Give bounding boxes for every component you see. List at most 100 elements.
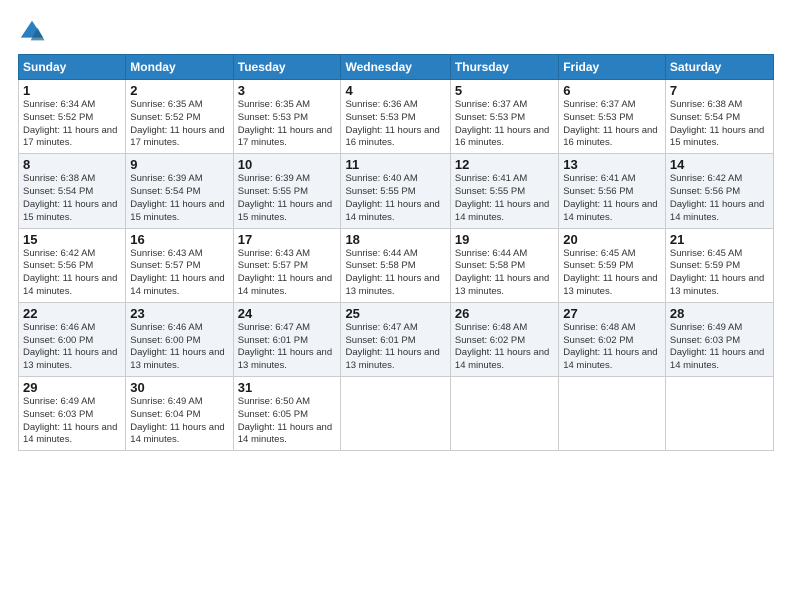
day-info: Sunrise: 6:34 AM Sunset: 5:52 PM Dayligh… xyxy=(23,99,121,150)
day-info: Sunrise: 6:43 AM Sunset: 5:57 PM Dayligh… xyxy=(130,248,228,299)
calendar-cell xyxy=(341,377,450,451)
day-number: 3 xyxy=(238,83,337,98)
day-info: Sunrise: 6:42 AM Sunset: 5:56 PM Dayligh… xyxy=(23,248,121,299)
calendar-table: SundayMondayTuesdayWednesdayThursdayFrid… xyxy=(18,54,774,451)
day-number: 8 xyxy=(23,157,121,172)
calendar-cell: 22 Sunrise: 6:46 AM Sunset: 6:00 PM Dayl… xyxy=(19,302,126,376)
day-number: 22 xyxy=(23,306,121,321)
day-number: 4 xyxy=(345,83,445,98)
day-info: Sunrise: 6:40 AM Sunset: 5:55 PM Dayligh… xyxy=(345,173,445,224)
day-info: Sunrise: 6:35 AM Sunset: 5:53 PM Dayligh… xyxy=(238,99,337,150)
day-info: Sunrise: 6:49 AM Sunset: 6:04 PM Dayligh… xyxy=(130,396,228,447)
calendar-cell: 30 Sunrise: 6:49 AM Sunset: 6:04 PM Dayl… xyxy=(126,377,233,451)
calendar-cell: 25 Sunrise: 6:47 AM Sunset: 6:01 PM Dayl… xyxy=(341,302,450,376)
calendar-week-row: 1 Sunrise: 6:34 AM Sunset: 5:52 PM Dayli… xyxy=(19,80,774,154)
calendar-cell: 15 Sunrise: 6:42 AM Sunset: 5:56 PM Dayl… xyxy=(19,228,126,302)
day-info: Sunrise: 6:37 AM Sunset: 5:53 PM Dayligh… xyxy=(563,99,661,150)
day-info: Sunrise: 6:46 AM Sunset: 6:00 PM Dayligh… xyxy=(23,322,121,373)
day-info: Sunrise: 6:47 AM Sunset: 6:01 PM Dayligh… xyxy=(345,322,445,373)
calendar-week-row: 8 Sunrise: 6:38 AM Sunset: 5:54 PM Dayli… xyxy=(19,154,774,228)
calendar-day-header: Thursday xyxy=(450,55,558,80)
calendar-day-header: Sunday xyxy=(19,55,126,80)
day-number: 28 xyxy=(670,306,769,321)
day-info: Sunrise: 6:38 AM Sunset: 5:54 PM Dayligh… xyxy=(670,99,769,150)
calendar-week-row: 22 Sunrise: 6:46 AM Sunset: 6:00 PM Dayl… xyxy=(19,302,774,376)
calendar-cell: 19 Sunrise: 6:44 AM Sunset: 5:58 PM Dayl… xyxy=(450,228,558,302)
day-info: Sunrise: 6:45 AM Sunset: 5:59 PM Dayligh… xyxy=(563,248,661,299)
page: SundayMondayTuesdayWednesdayThursdayFrid… xyxy=(0,0,792,612)
day-info: Sunrise: 6:37 AM Sunset: 5:53 PM Dayligh… xyxy=(455,99,554,150)
day-number: 17 xyxy=(238,232,337,247)
day-info: Sunrise: 6:36 AM Sunset: 5:53 PM Dayligh… xyxy=(345,99,445,150)
day-number: 25 xyxy=(345,306,445,321)
calendar-cell: 13 Sunrise: 6:41 AM Sunset: 5:56 PM Dayl… xyxy=(559,154,666,228)
calendar-header-row: SundayMondayTuesdayWednesdayThursdayFrid… xyxy=(19,55,774,80)
calendar-week-row: 15 Sunrise: 6:42 AM Sunset: 5:56 PM Dayl… xyxy=(19,228,774,302)
header xyxy=(18,18,774,46)
day-info: Sunrise: 6:39 AM Sunset: 5:54 PM Dayligh… xyxy=(130,173,228,224)
day-number: 15 xyxy=(23,232,121,247)
day-number: 19 xyxy=(455,232,554,247)
day-info: Sunrise: 6:38 AM Sunset: 5:54 PM Dayligh… xyxy=(23,173,121,224)
day-number: 6 xyxy=(563,83,661,98)
day-info: Sunrise: 6:47 AM Sunset: 6:01 PM Dayligh… xyxy=(238,322,337,373)
day-number: 24 xyxy=(238,306,337,321)
calendar-cell: 27 Sunrise: 6:48 AM Sunset: 6:02 PM Dayl… xyxy=(559,302,666,376)
day-number: 12 xyxy=(455,157,554,172)
calendar-cell: 10 Sunrise: 6:39 AM Sunset: 5:55 PM Dayl… xyxy=(233,154,341,228)
day-number: 20 xyxy=(563,232,661,247)
calendar-cell: 18 Sunrise: 6:44 AM Sunset: 5:58 PM Dayl… xyxy=(341,228,450,302)
day-info: Sunrise: 6:48 AM Sunset: 6:02 PM Dayligh… xyxy=(563,322,661,373)
calendar-day-header: Wednesday xyxy=(341,55,450,80)
day-info: Sunrise: 6:50 AM Sunset: 6:05 PM Dayligh… xyxy=(238,396,337,447)
day-number: 9 xyxy=(130,157,228,172)
day-info: Sunrise: 6:44 AM Sunset: 5:58 PM Dayligh… xyxy=(455,248,554,299)
calendar-cell: 11 Sunrise: 6:40 AM Sunset: 5:55 PM Dayl… xyxy=(341,154,450,228)
calendar-cell: 6 Sunrise: 6:37 AM Sunset: 5:53 PM Dayli… xyxy=(559,80,666,154)
day-info: Sunrise: 6:45 AM Sunset: 5:59 PM Dayligh… xyxy=(670,248,769,299)
calendar-cell: 29 Sunrise: 6:49 AM Sunset: 6:03 PM Dayl… xyxy=(19,377,126,451)
day-number: 7 xyxy=(670,83,769,98)
logo xyxy=(18,18,50,46)
calendar-cell: 2 Sunrise: 6:35 AM Sunset: 5:52 PM Dayli… xyxy=(126,80,233,154)
day-info: Sunrise: 6:43 AM Sunset: 5:57 PM Dayligh… xyxy=(238,248,337,299)
day-info: Sunrise: 6:49 AM Sunset: 6:03 PM Dayligh… xyxy=(23,396,121,447)
day-number: 16 xyxy=(130,232,228,247)
calendar-cell: 3 Sunrise: 6:35 AM Sunset: 5:53 PM Dayli… xyxy=(233,80,341,154)
day-number: 27 xyxy=(563,306,661,321)
day-number: 23 xyxy=(130,306,228,321)
calendar-cell: 31 Sunrise: 6:50 AM Sunset: 6:05 PM Dayl… xyxy=(233,377,341,451)
day-number: 11 xyxy=(345,157,445,172)
day-info: Sunrise: 6:41 AM Sunset: 5:56 PM Dayligh… xyxy=(563,173,661,224)
calendar-day-header: Monday xyxy=(126,55,233,80)
day-number: 30 xyxy=(130,380,228,395)
day-info: Sunrise: 6:35 AM Sunset: 5:52 PM Dayligh… xyxy=(130,99,228,150)
calendar-cell: 9 Sunrise: 6:39 AM Sunset: 5:54 PM Dayli… xyxy=(126,154,233,228)
day-info: Sunrise: 6:44 AM Sunset: 5:58 PM Dayligh… xyxy=(345,248,445,299)
calendar-cell xyxy=(450,377,558,451)
day-number: 21 xyxy=(670,232,769,247)
calendar-cell: 14 Sunrise: 6:42 AM Sunset: 5:56 PM Dayl… xyxy=(665,154,773,228)
calendar-cell xyxy=(665,377,773,451)
day-number: 10 xyxy=(238,157,337,172)
day-info: Sunrise: 6:41 AM Sunset: 5:55 PM Dayligh… xyxy=(455,173,554,224)
calendar-day-header: Friday xyxy=(559,55,666,80)
calendar-cell: 24 Sunrise: 6:47 AM Sunset: 6:01 PM Dayl… xyxy=(233,302,341,376)
calendar-cell: 4 Sunrise: 6:36 AM Sunset: 5:53 PM Dayli… xyxy=(341,80,450,154)
calendar-cell: 17 Sunrise: 6:43 AM Sunset: 5:57 PM Dayl… xyxy=(233,228,341,302)
day-info: Sunrise: 6:48 AM Sunset: 6:02 PM Dayligh… xyxy=(455,322,554,373)
day-info: Sunrise: 6:42 AM Sunset: 5:56 PM Dayligh… xyxy=(670,173,769,224)
calendar-cell: 8 Sunrise: 6:38 AM Sunset: 5:54 PM Dayli… xyxy=(19,154,126,228)
day-number: 2 xyxy=(130,83,228,98)
day-number: 13 xyxy=(563,157,661,172)
calendar-cell: 7 Sunrise: 6:38 AM Sunset: 5:54 PM Dayli… xyxy=(665,80,773,154)
calendar-cell: 12 Sunrise: 6:41 AM Sunset: 5:55 PM Dayl… xyxy=(450,154,558,228)
calendar-week-row: 29 Sunrise: 6:49 AM Sunset: 6:03 PM Dayl… xyxy=(19,377,774,451)
day-number: 5 xyxy=(455,83,554,98)
calendar-cell: 26 Sunrise: 6:48 AM Sunset: 6:02 PM Dayl… xyxy=(450,302,558,376)
calendar-day-header: Tuesday xyxy=(233,55,341,80)
day-number: 26 xyxy=(455,306,554,321)
calendar-cell: 16 Sunrise: 6:43 AM Sunset: 5:57 PM Dayl… xyxy=(126,228,233,302)
calendar-cell xyxy=(559,377,666,451)
calendar-cell: 28 Sunrise: 6:49 AM Sunset: 6:03 PM Dayl… xyxy=(665,302,773,376)
